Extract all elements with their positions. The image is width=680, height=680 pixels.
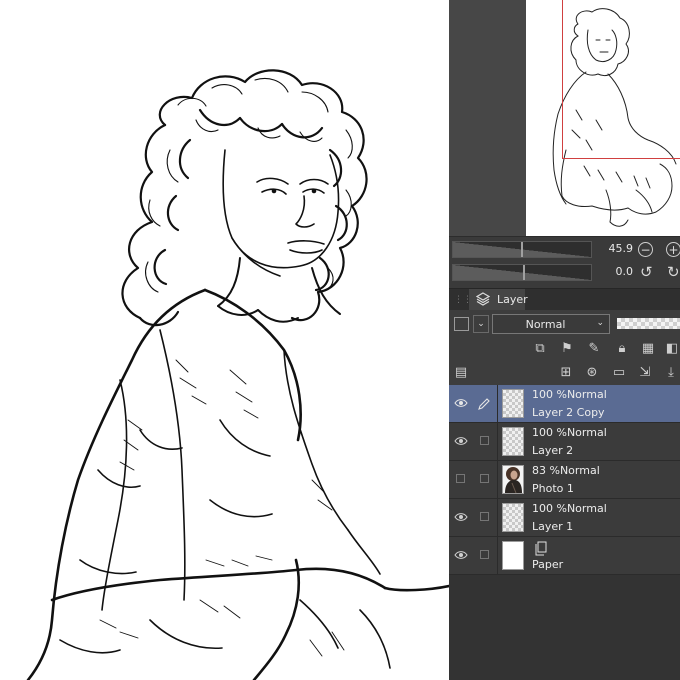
clipping-icon[interactable]: ⧉: [531, 340, 549, 358]
opacity-slider[interactable]: [617, 318, 680, 329]
line-drawing: [26, 69, 449, 680]
paper-page-icon: [535, 541, 547, 556]
rotate-right-button[interactable]: ↻: [667, 265, 680, 280]
layer-row-layer-1[interactable]: 100 %Normal Layer 1: [449, 499, 680, 537]
chevron-down-icon[interactable]: ⌄: [473, 315, 489, 333]
zoom-slider[interactable]: [452, 241, 592, 258]
tab-layer[interactable]: Layer: [469, 289, 528, 311]
eye-icon[interactable]: [454, 550, 468, 560]
layer-name: Paper: [532, 558, 564, 571]
draft-layer-icon[interactable]: ✎: [585, 340, 603, 358]
photo-thumbnail-image: [505, 467, 522, 493]
tab-layer-label: Layer: [497, 293, 528, 306]
layer-opacity-mode: 100 %Normal: [532, 388, 607, 401]
zoom-in-button[interactable]: +: [666, 242, 680, 257]
transfer-layer-icon[interactable]: ⇲: [636, 364, 654, 382]
merge-layer-icon[interactable]: ⤓: [662, 364, 680, 382]
eye-icon[interactable]: [454, 398, 468, 408]
side-panel: 45.9 − + 0.0 ↺ ↻ ⋮⋮ Layer ⌄ Normal ⌄ ⧉ ⚑…: [449, 0, 680, 680]
layer-name: Photo 1: [532, 482, 574, 495]
layer-tab-bar: ⋮⋮ Layer: [449, 288, 680, 311]
new-raster-layer-icon[interactable]: ⊞: [557, 364, 575, 382]
layer-opacity-mode: 100 %Normal: [532, 502, 607, 515]
zoom-out-button[interactable]: −: [638, 242, 653, 257]
editing-toggle[interactable]: [480, 436, 489, 445]
eye-icon[interactable]: [454, 512, 468, 522]
layer-opacity-mode: 83 %Normal: [532, 464, 600, 477]
layer-name: Layer 2: [532, 444, 574, 457]
layer-row-layer-2-copy[interactable]: 100 %Normal Layer 2 Copy: [449, 385, 680, 423]
layer-name: Layer 1: [532, 520, 574, 533]
editing-toggle[interactable]: [480, 512, 489, 521]
rotation-value: 0.0: [615, 265, 634, 278]
layer-thumbnail: [502, 541, 524, 570]
panel-menu-icon[interactable]: ⋮⋮: [454, 295, 472, 305]
navigator-viewport-rect[interactable]: [562, 0, 680, 159]
blend-mode-select[interactable]: Normal ⌄: [492, 314, 610, 334]
layer-thumbnail: [502, 427, 524, 456]
blend-mode-row: ⌄ Normal ⌄: [449, 310, 680, 338]
navigator-controls: 45.9 − + 0.0 ↺ ↻: [449, 236, 680, 289]
navigator-panel[interactable]: [449, 0, 680, 236]
layer-row-paper[interactable]: Paper: [449, 537, 680, 575]
layer-list: 100 %Normal Layer 2 Copy 100 %Normal Lay…: [449, 385, 680, 680]
lock-icon[interactable]: 🔒︎: [613, 340, 631, 358]
blend-mode-value: Normal: [525, 318, 566, 331]
eye-icon[interactable]: [454, 436, 468, 446]
reference-layer-icon[interactable]: ⚑: [558, 340, 576, 358]
layer-row-photo-1[interactable]: 83 %Normal Photo 1: [449, 461, 680, 499]
new-folder-icon[interactable]: ▭: [610, 364, 628, 382]
layer-toolbar-top: ⧉ ⚑ ✎ 🔒︎ ▦ ◧: [449, 338, 680, 362]
editing-toggle[interactable]: [480, 474, 489, 483]
new-vector-layer-icon[interactable]: ⊛: [583, 364, 601, 382]
layer-property-icon[interactable]: ▤: [452, 364, 470, 382]
layer-toolbar-bottom: ▤ ⊞ ⊛ ▭ ⇲ ⤓: [449, 362, 680, 386]
layer-thumbnail: [502, 503, 524, 532]
mask-icon[interactable]: ◧: [663, 340, 680, 358]
rotate-left-button[interactable]: ↺: [640, 265, 653, 280]
layer-color-swatch[interactable]: [454, 317, 469, 331]
layer-opacity-mode: 100 %Normal: [532, 426, 607, 439]
layers-stack-icon: [476, 292, 490, 306]
drawing-canvas[interactable]: [0, 0, 450, 680]
chevron-down-icon: ⌄: [596, 318, 604, 328]
layer-row-layer-2[interactable]: 100 %Normal Layer 2: [449, 423, 680, 461]
layer-thumbnail: [502, 389, 524, 418]
lock-transparency-icon[interactable]: ▦: [639, 340, 657, 358]
layer-name: Layer 2 Copy: [532, 406, 605, 419]
pencil-icon[interactable]: [477, 397, 491, 411]
navigator-preview[interactable]: [526, 0, 680, 236]
editing-toggle[interactable]: [480, 550, 489, 559]
zoom-value: 45.9: [608, 242, 634, 255]
rotation-slider[interactable]: [452, 264, 592, 281]
layer-thumbnail-photo: [502, 465, 524, 494]
visibility-toggle[interactable]: [456, 474, 465, 483]
